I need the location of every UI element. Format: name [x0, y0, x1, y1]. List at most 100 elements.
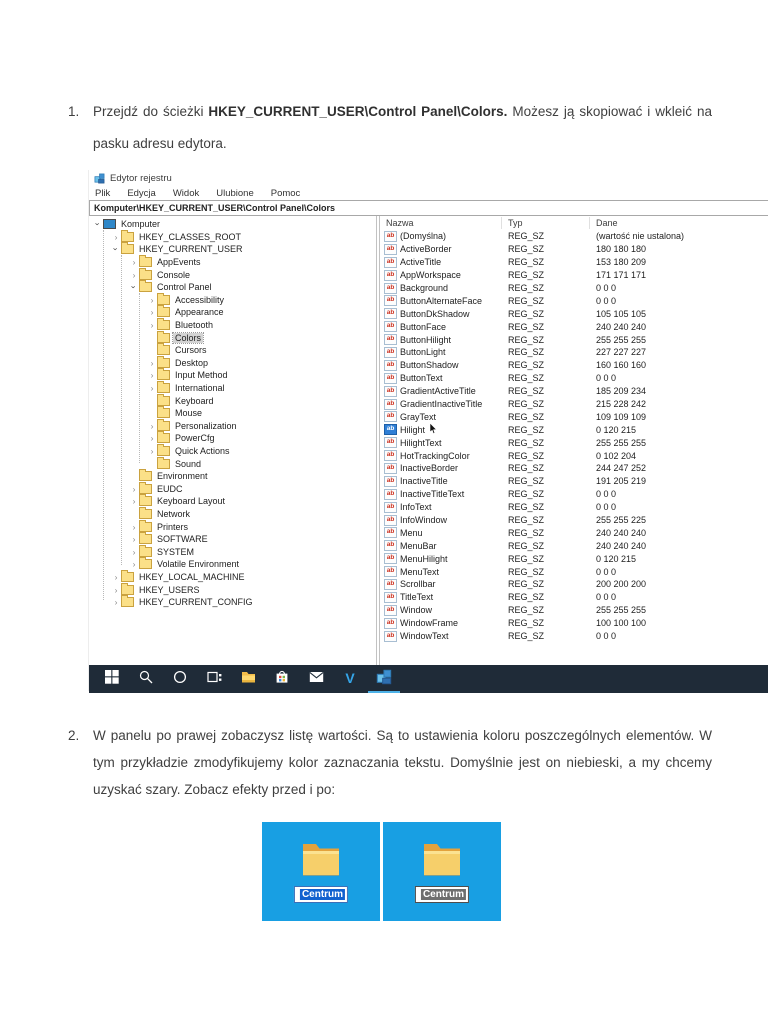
chevron-right-icon[interactable]: ›	[129, 270, 139, 280]
tree-item-appearance[interactable]: › Appearance	[89, 305, 376, 319]
value-row-hottrackingcolor[interactable]: ab HotTrackingColor REG_SZ 0 102 204	[380, 449, 768, 462]
tree-item-volatile-environment[interactable]: › Volatile Environment	[89, 557, 376, 571]
tree-item-input-method[interactable]: › Input Method	[89, 368, 376, 382]
chevron-right-icon[interactable]: ›	[111, 232, 121, 242]
value-row-buttondkshadow[interactable]: ab ButtonDkShadow REG_SZ 105 105 105	[380, 307, 768, 320]
value-row-activetitle[interactable]: ab ActiveTitle REG_SZ 153 180 209	[380, 256, 768, 269]
tree-item-komputer[interactable]: › Komputer	[89, 218, 376, 231]
taskbar-item-vivaldi[interactable]: V	[333, 665, 367, 693]
tree-item-international[interactable]: › International	[89, 381, 376, 395]
menu-item-widok[interactable]: Widok	[173, 188, 199, 199]
taskbar-item-mail[interactable]	[299, 665, 333, 693]
value-row-buttonlight[interactable]: ab ButtonLight REG_SZ 227 227 227	[380, 346, 768, 359]
chevron-right-icon[interactable]: ›	[129, 484, 139, 494]
chevron-right-icon[interactable]: ›	[147, 421, 157, 431]
tree-item-console[interactable]: › Console	[89, 267, 376, 281]
tree-item-environment[interactable]: Environment	[89, 469, 376, 483]
value-row-scrollbar[interactable]: ab Scrollbar REG_SZ 200 200 200	[380, 578, 768, 591]
taskbar-item-task-view[interactable]	[197, 665, 231, 693]
chevron-right-icon[interactable]: ›	[129, 522, 139, 532]
taskbar-item-regedit[interactable]	[367, 665, 401, 693]
chevron-right-icon[interactable]: ›	[111, 597, 121, 607]
value-row-buttonhilight[interactable]: ab ButtonHilight REG_SZ 255 255 255	[380, 333, 768, 346]
tree-item-eudc[interactable]: › EUDC	[89, 481, 376, 495]
tree-item-printers[interactable]: › Printers	[89, 519, 376, 533]
value-row-activeborder[interactable]: ab ActiveBorder REG_SZ 180 180 180	[380, 243, 768, 256]
taskbar-item-cortana[interactable]	[163, 665, 197, 693]
column-header-typ[interactable]: Typ	[502, 217, 590, 229]
tree-item-hkey-classes-root[interactable]: › HKEY_CLASSES_ROOT	[89, 229, 376, 244]
taskbar-item-store[interactable]	[265, 665, 299, 693]
tree-item-control-panel[interactable]: › Control Panel	[89, 280, 376, 294]
chevron-right-icon[interactable]: ›	[147, 320, 157, 330]
tree-item-cursors[interactable]: Cursors	[89, 343, 376, 357]
value-row-buttonface[interactable]: ab ButtonFace REG_SZ 240 240 240	[380, 320, 768, 333]
value-row-buttonshadow[interactable]: ab ButtonShadow REG_SZ 160 160 160	[380, 359, 768, 372]
tree-item-quick-actions[interactable]: › Quick Actions	[89, 443, 376, 458]
tree-item-network[interactable]: Network	[89, 506, 376, 521]
chevron-down-icon[interactable]: ›	[111, 244, 121, 254]
value-row-graytext[interactable]: ab GrayText REG_SZ 109 109 109	[380, 410, 768, 423]
chevron-right-icon[interactable]: ›	[129, 496, 139, 506]
chevron-right-icon[interactable]: ›	[111, 572, 121, 582]
tree-item-accessibility[interactable]: › Accessibility	[89, 292, 376, 307]
value-row-buttontext[interactable]: ab ButtonText REG_SZ 0 0 0	[380, 372, 768, 385]
value-row-menuhilight[interactable]: ab MenuHilight REG_SZ 0 120 215	[380, 552, 768, 565]
address-bar[interactable]: Komputer\HKEY_CURRENT_USER\Control Panel…	[89, 200, 768, 216]
tree-item-hkey-current-config[interactable]: › HKEY_CURRENT_CONFIG	[89, 595, 376, 609]
value-row-gradientinactivetitle[interactable]: ab GradientInactiveTitle REG_SZ 215 228 242	[380, 398, 768, 411]
tree-item-sound[interactable]: Sound	[89, 456, 376, 470]
chevron-down-icon[interactable]: ›	[93, 219, 103, 229]
tree-item-system[interactable]: › SYSTEM	[89, 544, 376, 558]
value-row-windowtext[interactable]: ab WindowText REG_SZ 0 0 0	[380, 630, 768, 643]
menu-item-ulubione[interactable]: Ulubione	[216, 188, 254, 199]
value-row--domy-lna-[interactable]: ab (Domyślna) REG_SZ (wartość nie ustalona)	[380, 230, 768, 243]
menu-item-plik[interactable]: Plik	[95, 188, 110, 199]
value-row-buttonalternateface[interactable]: ab ButtonAlternateFace REG_SZ 0 0 0	[380, 294, 768, 307]
tree-item-hkey-local-machine[interactable]: › HKEY_LOCAL_MACHINE	[89, 569, 376, 584]
tree-item-keyboard[interactable]: Keyboard	[89, 393, 376, 407]
value-row-appworkspace[interactable]: ab AppWorkspace REG_SZ 171 171 171	[380, 269, 768, 282]
value-row-inactiveborder[interactable]: ab InactiveBorder REG_SZ 244 247 252	[380, 462, 768, 475]
chevron-right-icon[interactable]: ›	[147, 446, 157, 456]
tree-item-appevents[interactable]: › AppEvents	[89, 255, 376, 269]
chevron-right-icon[interactable]: ›	[129, 559, 139, 569]
value-row-menu[interactable]: ab Menu REG_SZ 240 240 240	[380, 526, 768, 539]
tree-item-personalization[interactable]: › Personalization	[89, 418, 376, 433]
value-row-background[interactable]: ab Background REG_SZ 0 0 0	[380, 282, 768, 295]
menu-item-pomoc[interactable]: Pomoc	[271, 188, 301, 199]
chevron-right-icon[interactable]: ›	[129, 257, 139, 267]
value-row-titletext[interactable]: ab TitleText REG_SZ 0 0 0	[380, 591, 768, 604]
value-row-inactivetitle[interactable]: ab InactiveTitle REG_SZ 191 205 219	[380, 475, 768, 488]
value-row-infotext[interactable]: ab InfoText REG_SZ 0 0 0	[380, 501, 768, 514]
chevron-right-icon[interactable]: ›	[129, 547, 139, 557]
chevron-down-icon[interactable]: ›	[129, 282, 139, 292]
value-row-hilight[interactable]: ab Hilight REG_SZ 0 120 215	[380, 422, 768, 436]
chevron-right-icon[interactable]: ›	[147, 295, 157, 305]
tree-item-hkey-current-user[interactable]: › HKEY_CURRENT_USER	[89, 242, 376, 256]
chevron-right-icon[interactable]: ›	[147, 383, 157, 393]
value-row-window[interactable]: ab Window REG_SZ 255 255 255	[380, 604, 768, 617]
value-row-windowframe[interactable]: ab WindowFrame REG_SZ 100 100 100	[380, 617, 768, 630]
chevron-right-icon[interactable]: ›	[129, 534, 139, 544]
tree-item-colors[interactable]: Colors	[89, 330, 376, 344]
column-header-dane[interactable]: Dane	[590, 217, 768, 229]
tree-item-desktop[interactable]: › Desktop	[89, 355, 376, 370]
chevron-right-icon[interactable]: ›	[147, 370, 157, 380]
menu-item-edycja[interactable]: Edycja	[127, 188, 156, 199]
tree-item-mouse[interactable]: Mouse	[89, 406, 376, 420]
tree-item-hkey-users[interactable]: › HKEY_USERS	[89, 582, 376, 596]
tree-item-powercfg[interactable]: › PowerCfg	[89, 431, 376, 445]
taskbar-item-search[interactable]	[129, 665, 163, 693]
tree-item-software[interactable]: › SOFTWARE	[89, 532, 376, 546]
value-row-hilighttext[interactable]: ab HilightText REG_SZ 255 255 255	[380, 436, 768, 449]
value-row-gradientactivetitle[interactable]: ab GradientActiveTitle REG_SZ 185 209 234	[380, 385, 768, 398]
value-row-inactivetitletext[interactable]: ab InactiveTitleText REG_SZ 0 0 0	[380, 488, 768, 501]
value-row-menutext[interactable]: ab MenuText REG_SZ 0 0 0	[380, 565, 768, 578]
chevron-right-icon[interactable]: ›	[147, 358, 157, 368]
value-row-infowindow[interactable]: ab InfoWindow REG_SZ 255 255 225	[380, 514, 768, 527]
tree-item-bluetooth[interactable]: › Bluetooth	[89, 318, 376, 332]
chevron-right-icon[interactable]: ›	[111, 585, 121, 595]
taskbar-item-start[interactable]	[95, 665, 129, 693]
chevron-right-icon[interactable]: ›	[147, 433, 157, 443]
